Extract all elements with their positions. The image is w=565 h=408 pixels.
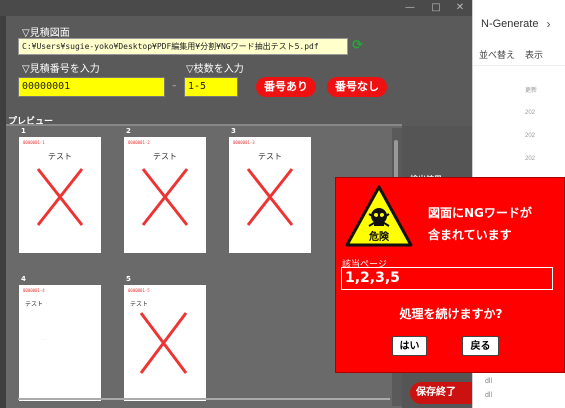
- page-count-input[interactable]: 1-5: [184, 77, 238, 97]
- ng-x-mark: [139, 312, 188, 374]
- back-button[interactable]: 戻る: [462, 336, 499, 356]
- list-item[interactable]: dll: [473, 392, 565, 406]
- list-item[interactable]: 202: [525, 101, 565, 124]
- ng-x-mark: [141, 168, 189, 226]
- view-button[interactable]: 表示: [525, 48, 543, 61]
- quote-number-input[interactable]: 00000001: [18, 77, 165, 97]
- list-item[interactable]: dll: [473, 378, 565, 392]
- page-thumbnail[interactable]: 0000001-3 テスト ····: [229, 137, 311, 253]
- dialog-message-line2: 含まれています: [428, 228, 512, 242]
- separator-dash: –: [172, 81, 177, 91]
- explorer-toolbar: 並べ替え 表示: [473, 44, 565, 66]
- page-small-text: ···: [43, 337, 46, 341]
- page-count-label: ▽枝数を入力: [186, 64, 244, 75]
- page-number: 1: [21, 127, 26, 135]
- maximize-button[interactable]: □: [426, 1, 446, 15]
- dialog-message: 図面にNGワードが 含まれています: [428, 202, 563, 246]
- page-thumbnail[interactable]: 0000001-2 テスト ··: [124, 137, 206, 253]
- horizontal-scrollbar[interactable]: [18, 398, 390, 400]
- danger-label: 危険: [369, 230, 390, 243]
- explorer-tab[interactable]: N-Generate ›: [473, 12, 565, 36]
- page-number: 5: [126, 275, 131, 283]
- dialog-message-line1: 図面にNGワードが: [428, 206, 532, 220]
- page-thumbnail[interactable]: 0000001-5 テスト ···: [124, 285, 206, 401]
- page-number: 4: [21, 275, 26, 283]
- page-code: 0000001-4: [23, 288, 45, 293]
- yes-button[interactable]: はい: [392, 336, 427, 356]
- list-item[interactable]: 202: [525, 147, 565, 170]
- page-thumbnail[interactable]: 0000001-1 テスト ··: [19, 137, 101, 253]
- page-title: テスト: [25, 301, 44, 308]
- page-number: 3: [231, 127, 236, 135]
- reload-icon[interactable]: ⟳: [352, 38, 366, 54]
- page-number: 2: [126, 127, 131, 135]
- save-exit-button[interactable]: 保存終了: [410, 382, 472, 404]
- minimize-button[interactable]: —: [400, 1, 420, 15]
- unnumbered-button[interactable]: 番号なし: [327, 77, 387, 97]
- explorer-tab-title: N-Generate: [481, 18, 539, 30]
- drawing-label: ▽見積図面: [22, 28, 70, 39]
- ng-warning-dialog: 危険 図面にNGワードが 含まれています 該当ページ 1,2,3,5 処理を続け…: [335, 177, 565, 373]
- dialog-question: 処理を続けますか?: [399, 307, 503, 321]
- sort-button[interactable]: 並べ替え: [479, 48, 515, 61]
- list-item[interactable]: 更新: [525, 78, 565, 101]
- quote-number-label: ▽見積番号を入力: [22, 64, 100, 75]
- explorer-bottom-items: dll dll: [473, 378, 565, 408]
- chevron-right-icon: ›: [546, 17, 551, 31]
- affected-pages-field[interactable]: 1,2,3,5: [341, 267, 553, 290]
- ng-x-mark: [36, 168, 84, 226]
- list-item[interactable]: 202: [525, 124, 565, 147]
- page-thumbnail[interactable]: 0000001-4 テスト ···: [19, 285, 101, 401]
- close-button[interactable]: ✕: [450, 1, 470, 15]
- ng-x-mark: [246, 168, 294, 226]
- file-path-field[interactable]: C:¥Users¥sugie-yoko¥Desktop¥PDF編集用¥分割¥NG…: [18, 38, 348, 55]
- numbered-button[interactable]: 番号あり: [256, 77, 316, 97]
- title-bar: — □ ✕: [0, 0, 472, 16]
- danger-skull-icon: 危険: [345, 185, 413, 247]
